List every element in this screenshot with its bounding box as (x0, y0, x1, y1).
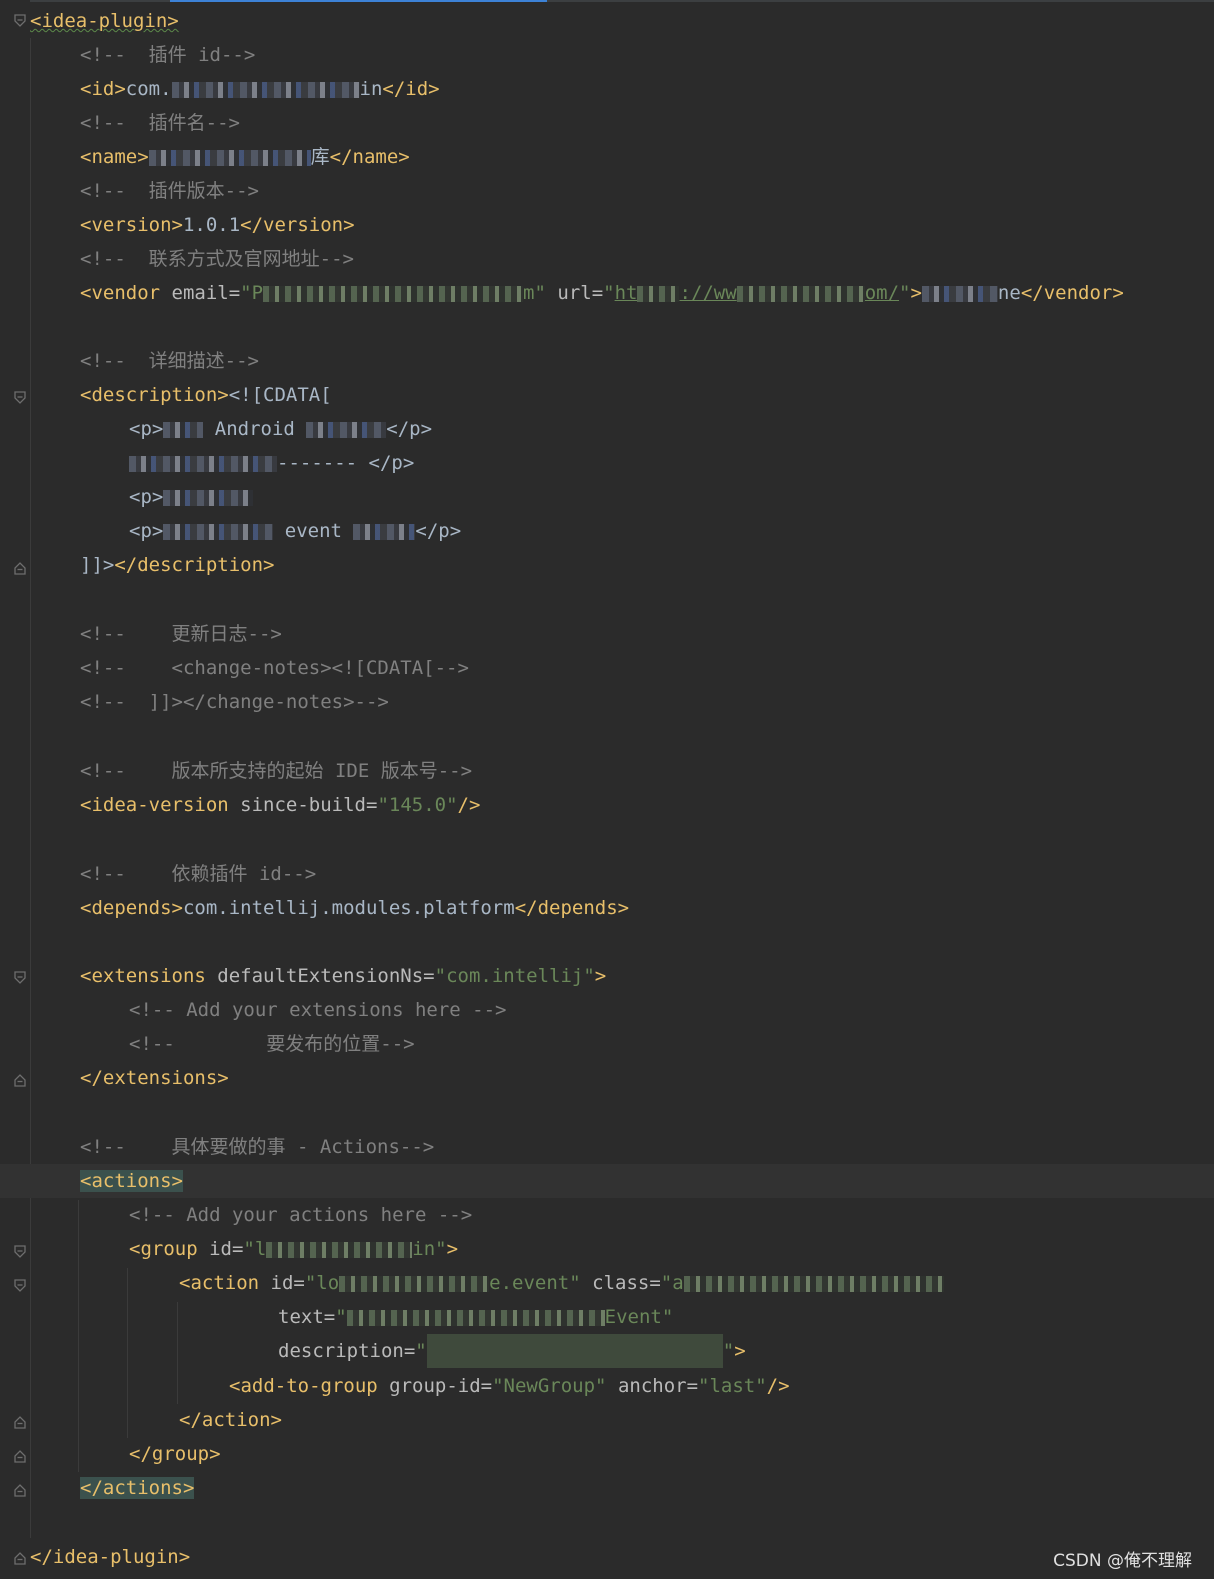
comment: <!-- 插件名--> (80, 112, 240, 134)
redacted-text (263, 285, 524, 302)
redacted-text (921, 285, 998, 302)
code-line: </group> (129, 1443, 221, 1465)
code-line: <p> event </p> (129, 520, 462, 542)
redacted-text (353, 523, 416, 540)
comment: <!-- Add your extensions here --> (129, 999, 507, 1021)
code-line: <!-- 要发布的位置--> (0, 1027, 1214, 1061)
comment: <!-- 详细描述--> (80, 350, 259, 372)
code-line: <!-- <change-notes><![CDATA[--> (0, 651, 1214, 685)
code-line: </idea-plugin> (0, 1540, 1214, 1574)
redacted-text (637, 285, 680, 302)
code-line: <id>com. in</id> (80, 78, 440, 100)
code-line-current: <actions> (0, 1164, 1214, 1198)
code-line: </extensions> (80, 1067, 229, 1089)
code-line: <p> (0, 480, 1214, 514)
root-close-tag: </idea-plugin> (30, 1546, 191, 1568)
redacted-text (148, 149, 311, 166)
code-line: text=" Event" (278, 1306, 674, 1328)
code-line: ]]></description> (80, 554, 275, 576)
code-line: <!-- 版本所支持的起始 IDE 版本号--> (0, 754, 1214, 788)
code-line: <!-- Add your actions here --> (0, 1198, 1214, 1232)
code-line: <idea-version since-build="145.0"/> (80, 794, 481, 816)
comment: <!-- <change-notes><![CDATA[--> (80, 657, 469, 679)
comment: <!-- ]]></change-notes>--> (80, 691, 389, 713)
redacted-text (346, 1309, 605, 1326)
code-line: <!-- 依赖插件 id--> (0, 857, 1214, 891)
redacted-text (683, 1275, 944, 1292)
code-line: <!-- 插件版本--> (0, 174, 1214, 208)
matched-tag: </actions> (80, 1477, 195, 1499)
code-line: <depends>com.intellij.modules.platform</… (80, 897, 630, 919)
active-tab-indicator[interactable] (170, 0, 547, 2)
code-line: <vendor email="P m" url="ht://ww om/"> ne</… (80, 282, 1124, 304)
redacted-text (306, 421, 387, 438)
code-line: description=" "> (0, 1334, 1214, 1368)
vendor-url-link[interactable]: om/ (865, 282, 899, 304)
vendor-url-link[interactable]: ://ww (679, 282, 736, 304)
code-line: <!-- 插件名--> (0, 106, 1214, 140)
matched-tag: <actions> (80, 1170, 183, 1192)
code-line: </action> (179, 1409, 282, 1431)
redacted-text (129, 455, 277, 472)
code-line: <!-- 更新日志--> (0, 617, 1214, 651)
comment: <!-- 要发布的位置--> (129, 1033, 415, 1055)
comment: <!-- 插件版本--> (80, 180, 259, 202)
redacted-text (163, 489, 254, 506)
code-line: <!-- 联系方式及官网地址--> (0, 242, 1214, 276)
code-line: <description><![CDATA[ (80, 384, 332, 406)
code-line: </actions> (0, 1471, 1214, 1505)
code-line: <idea-plugin> (0, 4, 1214, 38)
code-line: <p> Android </p> (129, 418, 433, 440)
redacted-text (171, 81, 360, 98)
vendor-url-link[interactable]: ht (615, 282, 638, 304)
code-line: <!-- 具体要做的事 - Actions--> (0, 1130, 1214, 1164)
editor-tab-strip (0, 0, 1214, 2)
code-line: <name> 库</name> (80, 146, 410, 168)
comment: <!-- 联系方式及官网地址--> (80, 248, 354, 270)
redacted-text (426, 1334, 723, 1368)
redacted-text (163, 523, 274, 540)
code-line: <add-to-group group-id="NewGroup" anchor… (229, 1375, 790, 1397)
code-line: <!-- 详细描述--> (0, 344, 1214, 378)
code-line: <!-- 插件 id--> (0, 38, 1214, 72)
code-line: <action id="lo e.event" class="a (0, 1266, 1214, 1300)
redacted-text (163, 421, 204, 438)
redacted-text (339, 1275, 490, 1292)
comment: <!-- 插件 id--> (80, 44, 256, 66)
code-line: <!-- Add your extensions here --> (0, 993, 1214, 1027)
code-line: <version>1.0.1</version> (80, 214, 355, 236)
comment: <!-- 更新日志--> (80, 623, 282, 645)
code-line: <!-- ]]></change-notes>--> (0, 685, 1214, 719)
code-line: <extensions defaultExtensionNs="com.inte… (80, 965, 607, 987)
watermark: CSDN @俺不理解 (1053, 1551, 1192, 1571)
redacted-text (736, 285, 865, 302)
comment: <!-- 版本所支持的起始 IDE 版本号--> (80, 760, 473, 782)
comment: <!-- Add your actions here --> (129, 1204, 473, 1226)
root-open-tag: <idea-plugin> (30, 10, 179, 32)
code-line: <group id="l in"> (129, 1238, 459, 1260)
comment: <!-- 依赖插件 id--> (80, 863, 317, 885)
code-line: ------- </p> (0, 446, 1214, 480)
comment: <!-- 具体要做的事 - Actions--> (80, 1136, 435, 1158)
redacted-text (266, 1241, 413, 1258)
